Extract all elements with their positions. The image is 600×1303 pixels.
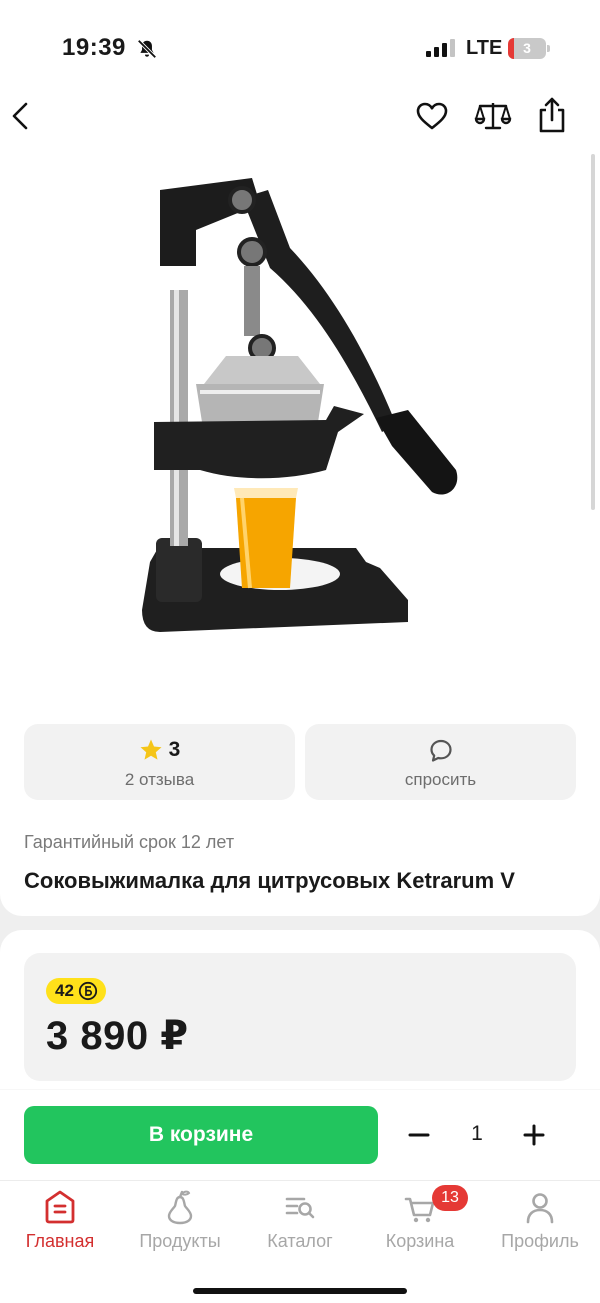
tab-label: Корзина (385, 1231, 455, 1251)
warranty-text: Гарантийный срок 12 лет (24, 832, 235, 852)
network-type: LTE (466, 37, 503, 59)
back-icon[interactable] (8, 96, 32, 136)
star-icon (140, 739, 162, 760)
bonus-coin-icon (78, 981, 98, 1001)
battery-level: 3 (523, 40, 531, 56)
product-card: 3 2 отзыва спросить Гарантийный срок 12 … (0, 80, 600, 916)
tab-catalog[interactable]: Каталог (240, 1181, 360, 1261)
rating-value: 3 (168, 738, 181, 761)
catalog-search-icon (285, 1197, 315, 1219)
tab-label: Профиль (501, 1231, 579, 1251)
tab-label: Продукты (139, 1231, 221, 1251)
signal-icon (426, 39, 455, 57)
plus-icon[interactable] (518, 1116, 550, 1154)
bell-slash-icon (137, 39, 157, 59)
home-indicator (193, 1288, 407, 1294)
cart-action-bar: В корзине 1 (0, 1090, 600, 1180)
product-title: Соковыжималка для цитрусовых Ketrarum V (24, 868, 515, 893)
chat-bubble-icon (430, 739, 452, 762)
ask-question-tile[interactable]: спросить (305, 724, 576, 800)
bonus-value: 42 (55, 981, 74, 1000)
rating-tile[interactable]: 3 2 отзыва (24, 724, 295, 800)
tab-bar: Главная Продукты Каталог 13 Корзина Проф… (0, 1180, 600, 1303)
tab-label: Каталог (267, 1231, 333, 1251)
compare-scales-icon[interactable] (474, 100, 512, 132)
status-bar: 19:39 LTE 3 (0, 0, 600, 80)
image-scrollbar[interactable] (591, 154, 595, 510)
ask-label: спросить (404, 770, 477, 789)
tab-products[interactable]: Продукты (120, 1181, 240, 1261)
battery-icon: 3 (508, 38, 550, 59)
quantity-value: 1 (471, 1122, 483, 1145)
home-icon (45, 1190, 75, 1224)
pear-icon (167, 1190, 193, 1225)
tab-cart[interactable]: 13 Корзина (360, 1181, 480, 1261)
bonus-badge[interactable]: 42 (46, 978, 106, 1004)
price-box: 42 3 890 ₽ (24, 953, 576, 1081)
heart-icon[interactable] (415, 100, 449, 132)
product-price: 3 890 ₽ (46, 1014, 189, 1058)
tab-label: Главная (25, 1231, 95, 1251)
profile-icon (526, 1193, 554, 1224)
in-cart-button[interactable]: В корзине (24, 1106, 378, 1164)
reviews-count: 2 отзыва (124, 770, 195, 789)
status-time: 19:39 (62, 34, 126, 61)
tab-profile[interactable]: Профиль (480, 1181, 600, 1261)
cart-count-badge: 13 (432, 1185, 468, 1211)
tab-home[interactable]: Главная (0, 1181, 120, 1261)
minus-icon[interactable] (403, 1116, 435, 1154)
share-icon[interactable] (536, 96, 568, 134)
cart-icon (404, 1197, 435, 1223)
citrus-juicer-image (142, 178, 458, 632)
rating-row: 3 (24, 737, 295, 763)
